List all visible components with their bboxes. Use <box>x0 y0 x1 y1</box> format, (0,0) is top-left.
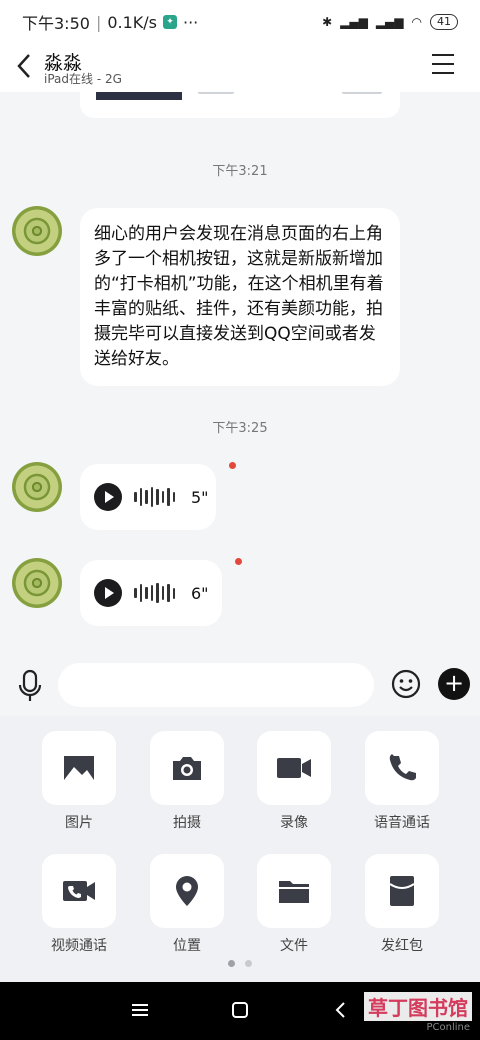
chat-header: 淼淼 iPad在线 - 2G <box>0 44 480 92</box>
waveform-icon <box>134 485 175 509</box>
voice-duration: 5" <box>191 487 209 507</box>
folder-icon <box>279 881 309 903</box>
avatar[interactable] <box>12 462 62 512</box>
message-text: 细心的用户会发现在消息页面的右上角多了一个相机按钮，这就是新版新增加的“打卡相机… <box>94 224 384 369</box>
watermark-subtext: PConline <box>426 1022 470 1033</box>
bluetooth-icon: ✱ <box>322 15 333 29</box>
voice-input-button[interactable] <box>16 668 44 704</box>
play-icon[interactable] <box>94 579 122 607</box>
camera-button[interactable] <box>150 731 224 805</box>
previous-message-thumbnail <box>96 92 182 100</box>
avatar[interactable] <box>12 206 62 256</box>
red-packet-button[interactable] <box>365 854 439 928</box>
video-call-icon <box>63 881 95 901</box>
wifi-icon: ◠ <box>411 15 422 29</box>
text-message-bubble[interactable]: 细心的用户会发现在消息页面的右上角多了一个相机按钮，这就是新版新增加的“打卡相机… <box>80 208 400 386</box>
more-notifications-icon: ··· <box>183 12 199 32</box>
voice-message-bubble[interactable]: 5" <box>80 464 216 530</box>
menu-button[interactable] <box>432 54 454 74</box>
status-net-speed: 0.1K/s <box>107 12 157 32</box>
microphone-icon <box>18 669 42 701</box>
message-input[interactable] <box>58 663 374 707</box>
voice-message-bubble[interactable]: 6" <box>80 560 222 626</box>
emoji-icon <box>391 669 421 699</box>
tile-label: 图片 <box>65 815 93 831</box>
video-icon <box>277 758 311 778</box>
unread-dot <box>235 558 242 565</box>
status-bar: 下午3:50 | 0.1K/s ✦ ··· ✱ ▂▄▆ ▂▄▆ ◠ 41 <box>0 0 480 44</box>
back-icon <box>335 1002 345 1018</box>
video-button[interactable] <box>257 731 331 805</box>
tile-label: 视频通话 <box>51 938 107 954</box>
voice-duration: 6" <box>191 583 209 603</box>
watermark-logo: 草丁图书馆 <box>364 992 472 1021</box>
waveform-icon <box>134 581 175 605</box>
signal-hd-icon: ▂▄▆ <box>375 15 404 29</box>
video-call-button[interactable] <box>42 854 116 928</box>
tile-label: 位置 <box>173 938 201 954</box>
plus-button[interactable]: + <box>438 668 470 700</box>
message-timestamp: 下午3:21 <box>212 164 268 179</box>
menu-icon-line <box>432 72 454 74</box>
status-right: ✱ ▂▄▆ ▂▄▆ ◠ 41 <box>322 14 458 30</box>
extension-panel: 图片 拍摄 录像 语音通话 视频通话 位置 文件 发红包 <box>0 716 480 982</box>
app-notification-icon: ✦ <box>163 15 177 29</box>
signal-icon: ▂▄▆ <box>340 15 368 29</box>
previous-message-text <box>342 92 382 94</box>
home-icon <box>232 1002 248 1018</box>
page-dot[interactable] <box>245 960 252 967</box>
tile-label: 发红包 <box>381 938 423 954</box>
tile-label: 语音通话 <box>374 815 430 831</box>
home-button[interactable] <box>228 1000 252 1024</box>
menu-icon-line <box>432 54 454 56</box>
menu-icon <box>132 1004 148 1016</box>
page-dot[interactable] <box>228 960 235 967</box>
battery-icon: 41 <box>430 14 458 30</box>
emoji-button[interactable] <box>390 668 422 700</box>
file-button[interactable] <box>257 854 331 928</box>
camera-icon <box>173 757 201 780</box>
tile-label: 文件 <box>280 938 308 954</box>
menu-icon-line <box>432 63 454 65</box>
play-icon[interactable] <box>94 483 122 511</box>
chevron-left-icon <box>17 54 30 78</box>
phone-icon <box>389 754 416 781</box>
status-divider: | <box>95 12 102 32</box>
back-nav-button[interactable] <box>328 1000 352 1024</box>
tile-label: 拍摄 <box>173 815 201 831</box>
input-bar: + <box>0 658 480 716</box>
back-button[interactable] <box>14 52 38 80</box>
recents-button[interactable] <box>128 1000 152 1024</box>
status-left: 下午3:50 | 0.1K/s ✦ ··· <box>22 10 198 34</box>
red-packet-icon <box>389 876 415 906</box>
previous-message-text <box>198 92 234 94</box>
voice-call-button[interactable] <box>365 731 439 805</box>
location-icon <box>176 876 198 906</box>
tile-label: 录像 <box>280 815 308 831</box>
plus-icon: + <box>443 669 465 697</box>
previous-message-card[interactable] <box>80 92 400 118</box>
location-button[interactable] <box>150 854 224 928</box>
avatar[interactable] <box>12 558 62 608</box>
page-indicator <box>0 960 480 967</box>
contact-status: iPad在线 - 2G <box>44 72 122 86</box>
status-time: 下午3:50 <box>22 14 90 33</box>
chat-area[interactable]: 下午3:21 细心的用户会发现在消息页面的右上角多了一个相机按钮，这就是新版新增… <box>0 92 480 658</box>
message-timestamp: 下午3:25 <box>212 421 268 436</box>
image-button[interactable] <box>42 731 116 805</box>
image-icon <box>64 756 94 780</box>
unread-dot <box>229 462 236 469</box>
